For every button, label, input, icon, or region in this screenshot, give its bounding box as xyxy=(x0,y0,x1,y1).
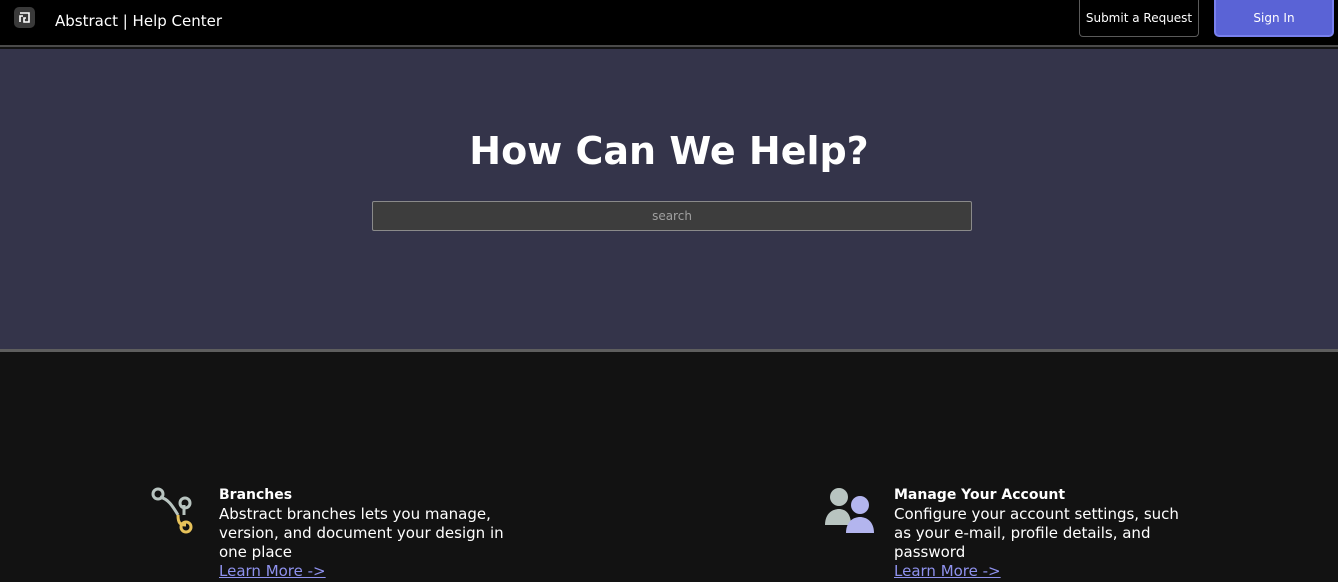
card-title: Manage Your Account xyxy=(894,487,1066,503)
top-navigation-bar: Abstract | Help Center Submit a Request … xyxy=(0,0,1338,47)
learn-more-link[interactable]: Learn More -> xyxy=(894,562,1001,580)
abstract-logo-icon[interactable] xyxy=(14,7,35,28)
branches-icon xyxy=(150,485,198,541)
card-branches: Branches Abstract branches lets you mana… xyxy=(150,485,530,582)
sign-in-button[interactable]: Sign In xyxy=(1214,0,1334,37)
learn-more-link[interactable]: Learn More -> xyxy=(219,562,326,580)
hero-section: How Can We Help? xyxy=(0,49,1338,349)
card-description: Abstract branches lets you manage, versi… xyxy=(219,505,504,561)
section-divider xyxy=(0,349,1338,352)
card-title: Branches xyxy=(219,487,293,503)
submit-request-button[interactable]: Submit a Request xyxy=(1079,0,1199,37)
card-manage-account: Manage Your Account Configure your accou… xyxy=(824,485,1204,582)
users-icon xyxy=(824,485,876,541)
brand-title[interactable]: Abstract | Help Center xyxy=(55,12,222,30)
card-description: Configure your account settings, such as… xyxy=(894,505,1179,561)
search-input[interactable] xyxy=(372,201,972,231)
hero-title: How Can We Help? xyxy=(469,129,869,173)
